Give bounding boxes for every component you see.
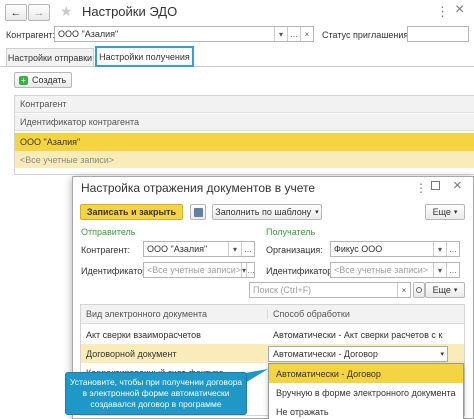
dropdown-arrow-icon[interactable]: ▾ <box>437 350 447 358</box>
more-actions-button[interactable]: Еще ▾ <box>425 204 465 220</box>
counterparty-filter-field[interactable]: ООО "Азалия" ▾ … × <box>54 26 314 42</box>
dropdown-option-skip[interactable]: Не отражать <box>269 402 463 419</box>
col-doc-type: Вид электронного документа <box>81 309 268 319</box>
table-row-sub[interactable]: <Все учетные записи> <box>15 151 474 168</box>
ellipsis-icon[interactable]: … <box>446 242 459 256</box>
col-counterparty: Контрагент <box>20 99 67 109</box>
callout-box: Установите, чтобы при получении договора… <box>65 372 247 415</box>
chevron-down-icon: ▾ <box>453 209 458 216</box>
receiver-section-title: Получатель <box>266 227 316 237</box>
sender-counterparty-label: Контрагент: <box>81 245 131 255</box>
dropdown-arrow-icon[interactable]: ▾ <box>274 27 287 41</box>
processing-select[interactable]: Автоматически - Договор ▾ <box>268 345 448 362</box>
counterparty-label: Контрагент: <box>6 30 56 40</box>
dialog-title: Настройка отражения документов в учете <box>81 181 316 195</box>
more-actions-label: Еще <box>432 207 451 217</box>
callout-line-1: Установите, чтобы при получении договора <box>69 377 243 387</box>
processing-dropdown: Автоматически - Договор Вручную в форме … <box>268 363 464 419</box>
ellipsis-icon[interactable]: … <box>246 263 254 277</box>
tab-send-settings-label: Настройки отправки <box>7 52 93 63</box>
close-icon[interactable]: × <box>455 1 464 19</box>
org-value: Фикус ООО <box>334 244 383 254</box>
org-field[interactable]: Фикус ООО ▾ … <box>330 241 460 257</box>
dropdown-option-label: Автоматически - Договор <box>276 368 381 379</box>
chevron-down-icon: ▾ <box>315 209 319 216</box>
table-header: Вид электронного документа Способ обрабо… <box>81 305 464 324</box>
back-button[interactable]: ← <box>5 4 27 21</box>
table-row[interactable]: Акт сверки взаиморасчетов Автоматически … <box>81 325 464 344</box>
tab-send-settings[interactable]: Настройки отправки <box>6 48 94 66</box>
sender-id-field[interactable]: <Все учетные записи> ▾ … <box>143 262 255 278</box>
search-input[interactable]: Поиск (Ctrl+F) × <box>249 282 411 298</box>
save-button[interactable] <box>190 204 206 220</box>
ellipsis-icon[interactable]: … <box>241 242 254 256</box>
dropdown-option-label: Вручную в форме электронного документа <box>276 387 456 398</box>
receiver-id-label: Идентификатор: <box>266 266 335 276</box>
table-header-counterparty: Контрагент <box>15 96 474 113</box>
save-close-label: Записать и закрыть <box>86 207 177 217</box>
dialog-close-icon[interactable]: × <box>453 177 462 194</box>
tabs-underline <box>0 66 474 67</box>
forward-arrow-icon: → <box>33 6 45 19</box>
add-plus-icon: + <box>19 75 28 85</box>
fill-template-label: Заполнить по шаблону <box>215 207 312 217</box>
counterparty-filter-value: ООО "Азалия" <box>58 29 119 39</box>
sender-counterparty-value: ООО "Азалия" <box>147 244 208 254</box>
page-title: Настройки ЭДО <box>82 4 178 19</box>
table-row-selected[interactable]: ООО "Азалия" <box>15 133 474 151</box>
ellipsis-icon[interactable]: … <box>446 263 459 277</box>
create-button-label: Создать <box>32 75 67 85</box>
org-label: Организация: <box>266 245 323 255</box>
row-counterparty-value: ООО "Азалия" <box>20 137 81 147</box>
processing-select-value: Автоматически - Договор <box>273 348 378 359</box>
chevron-down-icon: ▾ <box>453 287 458 294</box>
invite-status-label: Статус приглашения: <box>322 30 411 40</box>
row-processing: Автоматически - Акт сверки расчетов с к <box>273 329 443 340</box>
more-table-button[interactable]: Еще ▾ <box>425 282 465 298</box>
dialog-maximize-icon[interactable] <box>431 181 440 190</box>
floppy-disk-icon <box>193 207 203 217</box>
dropdown-option-auto[interactable]: Автоматически - Договор <box>269 364 463 383</box>
create-button[interactable]: + Создать <box>14 72 72 88</box>
dropdown-option-manual[interactable]: Вручную в форме электронного документа <box>269 383 463 402</box>
tab-receive-settings[interactable]: Настройки получения <box>95 46 194 67</box>
search-placeholder: Поиск (Ctrl+F) <box>253 285 312 295</box>
clear-icon[interactable]: × <box>300 27 313 41</box>
search-icon <box>416 287 422 293</box>
table-header-id: Идентификатор контрагента <box>15 114 474 131</box>
back-arrow-icon: ← <box>10 6 22 19</box>
favorite-star-icon[interactable]: ★ <box>60 3 73 20</box>
callout-line-2: в электронной форме автоматически <box>82 388 230 398</box>
forward-button[interactable]: → <box>28 4 50 21</box>
col-processing: Способ обработки <box>273 309 350 319</box>
fill-template-button[interactable]: Заполнить по шаблону ▾ <box>212 204 322 220</box>
callout-line-3: создавался договор в программе <box>90 399 222 409</box>
dropdown-arrow-icon[interactable]: ▾ <box>228 242 241 256</box>
more-table-label: Еще <box>432 285 451 295</box>
clear-search-icon[interactable]: × <box>397 283 410 297</box>
receiver-id-placeholder: <Все учетные записи> <box>334 265 429 275</box>
ellipsis-icon[interactable]: … <box>287 27 300 41</box>
sender-id-placeholder: <Все учетные записи> <box>147 265 242 275</box>
search-button[interactable] <box>413 282 425 298</box>
row-doc-type: Договорной документ <box>86 348 177 359</box>
tab-receive-settings-label: Настройки получения <box>99 51 190 62</box>
row-doc-type: Акт сверки взаиморасчетов <box>86 329 201 340</box>
dropdown-option-label: Не отражать <box>276 406 329 417</box>
settings-table: Контрагент Идентификатор контрагента ООО… <box>14 95 474 175</box>
sender-id-label: Идентификатор: <box>81 266 150 276</box>
save-close-button[interactable]: Записать и закрыть <box>80 204 183 220</box>
dropdown-arrow-icon[interactable]: ▾ <box>433 242 446 256</box>
invite-status-field[interactable] <box>407 26 469 42</box>
col-counterparty-id: Идентификатор контрагента <box>20 117 139 127</box>
sender-section-title: Отправитель <box>81 227 136 237</box>
dialog-more-icon[interactable]: ⋮ <box>415 181 427 195</box>
dropdown-arrow-icon[interactable]: ▾ <box>433 263 446 277</box>
more-menu-icon[interactable]: ⋮ <box>436 4 449 20</box>
row-id-value: <Все учетные записи> <box>20 154 115 165</box>
sender-counterparty-field[interactable]: ООО "Азалия" ▾ … <box>143 241 255 257</box>
receiver-id-field[interactable]: <Все учетные записи> ▾ … <box>330 262 460 278</box>
table-row-active[interactable]: Договорной документ Автоматически - Дого… <box>81 344 464 363</box>
